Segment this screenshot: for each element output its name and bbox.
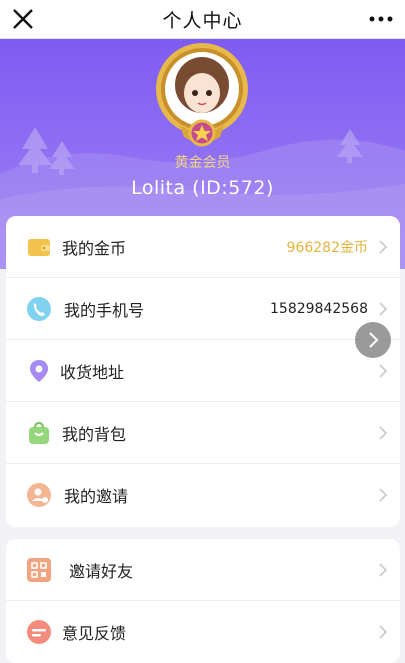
phone-icon [27,297,51,321]
menu-item-label: 邀请好友 [69,561,134,581]
invite-user-icon [27,483,51,507]
menu-item-invitations[interactable]: 我的邀请 [6,464,400,526]
menu-item-invite-friends[interactable]: 邀请好友 [6,539,400,601]
qrcode-icon [27,558,51,582]
feedback-icon [27,620,51,644]
member-level: 黄金会员 [174,155,231,171]
chevron-right-icon [379,240,388,254]
menu-item-coins[interactable]: 我的金币 966282金币 [6,216,400,278]
chevron-right-icon [379,488,388,502]
main-menu-card: 我的金币 966282金币 我的手机号 15829842568 收货地址 我的背… [6,216,400,527]
more-dots-icon[interactable] [367,7,395,31]
menu-item-label: 我的邀请 [64,487,129,506]
menu-item-label: 我的背包 [62,424,127,444]
menu-item-feedback[interactable]: 意见反馈 [6,601,400,663]
menu-item-backpack[interactable]: 我的背包 [6,402,400,464]
chevron-right-icon [369,332,379,348]
chevron-right-icon [379,364,388,378]
chevron-right-icon [379,563,388,577]
top-nav-bar: 个人中心 [0,0,405,39]
wallet-icon [28,239,50,256]
chevron-right-icon [379,302,388,316]
menu-item-label: 我的金币 [62,238,127,258]
menu-item-label: 我的手机号 [64,300,145,320]
bag-icon [29,421,49,444]
username: Lolita (ID:572) [131,177,274,199]
page-title: 个人中心 [162,9,243,32]
avatar[interactable] [150,41,254,153]
coin-balance: 966282金币 [286,239,368,256]
secondary-menu-card: 邀请好友 意见反馈 [6,539,400,663]
menu-item-label: 意见反馈 [62,624,127,643]
chevron-right-icon [379,426,388,440]
menu-item-phone[interactable]: 我的手机号 15829842568 [6,278,400,340]
chevron-right-icon [379,625,388,639]
floating-next-button[interactable] [355,322,391,358]
location-pin-icon [30,360,48,382]
phone-number: 15829842568 [270,300,368,317]
menu-item-label: 收货地址 [60,362,125,382]
menu-item-address[interactable]: 收货地址 [6,340,400,402]
close-icon[interactable] [8,4,38,34]
